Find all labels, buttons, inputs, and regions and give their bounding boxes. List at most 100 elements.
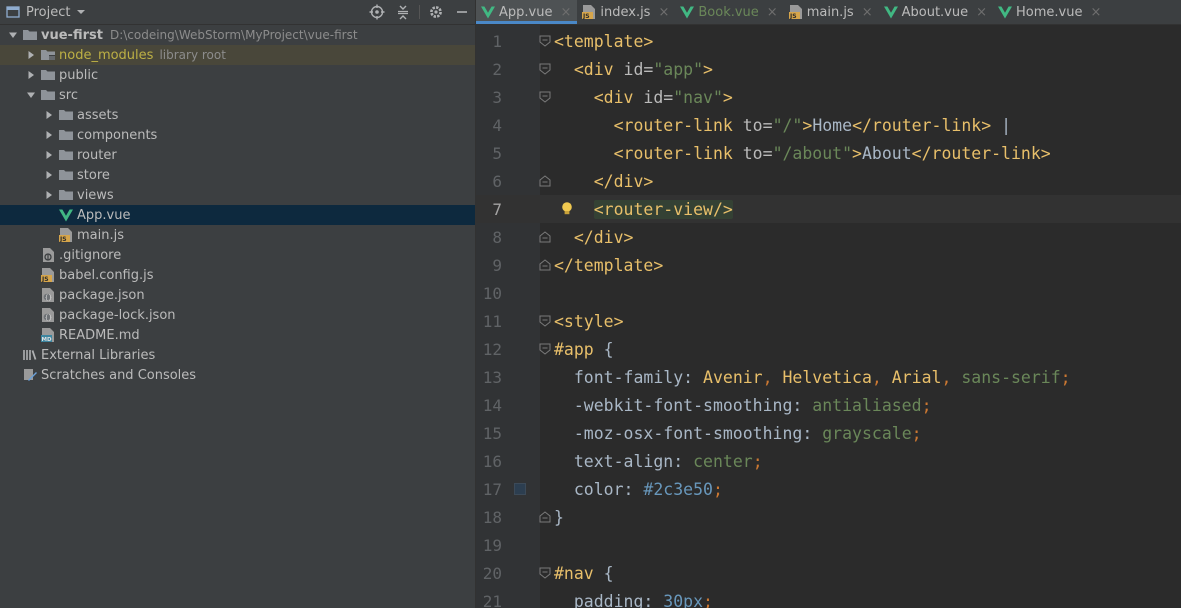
line-number: 21: [482, 591, 502, 608]
code-token: >: [703, 59, 713, 79]
tree-item-label: vue-first: [41, 27, 103, 43]
md-icon: MD: [40, 327, 56, 343]
gear-icon[interactable]: [423, 0, 449, 24]
code-token: ;: [911, 423, 922, 443]
code-line: 21 padding: 30px;: [476, 587, 1181, 608]
code-text: <router-link to="/about">About</router-l…: [554, 144, 1051, 163]
collapse-all-icon[interactable]: [390, 0, 416, 24]
fold-icon[interactable]: [538, 90, 552, 104]
tree-item-label: package-lock.json: [59, 307, 176, 323]
editor-tab-label: Book.vue: [698, 4, 759, 20]
color-swatch-icon[interactable]: [514, 483, 526, 495]
tree-item[interactable]: node_modules library root: [0, 45, 475, 65]
code-token: </router-link>: [852, 115, 992, 135]
tree-item[interactable]: assets: [0, 105, 475, 125]
fold-end-icon[interactable]: [538, 230, 552, 244]
tree-item-label: node_modules: [59, 47, 154, 63]
tree-item[interactable]: JS main.js: [0, 225, 475, 245]
editor-tab[interactable]: Book.vue ×: [675, 0, 783, 24]
svg-text:JS: JS: [582, 13, 590, 20]
fold-icon[interactable]: [538, 62, 552, 76]
collapsed-arrow-icon[interactable]: [22, 65, 40, 85]
expanded-arrow-icon[interactable]: [4, 25, 22, 45]
code-token: >: [722, 87, 733, 107]
code-token: "/about": [772, 143, 853, 163]
fold-end-icon[interactable]: [538, 174, 552, 188]
tree-item[interactable]: JS babel.config.js: [0, 265, 475, 285]
code-line: 4 <router-link to="/">Home</router-link>…: [476, 111, 1181, 139]
line-number: 18: [482, 507, 502, 527]
close-icon[interactable]: ×: [976, 5, 987, 20]
line-number: 17: [482, 479, 502, 499]
collapsed-arrow-icon[interactable]: [40, 185, 58, 205]
fold-icon[interactable]: [538, 314, 552, 328]
tree-item[interactable]: .gitignore: [0, 245, 475, 265]
tree-item[interactable]: components: [0, 125, 475, 145]
close-icon[interactable]: ×: [560, 5, 571, 20]
close-icon[interactable]: ×: [862, 5, 873, 20]
editor-tab[interactable]: JS index.js ×: [577, 0, 675, 24]
line-number: 16: [482, 451, 502, 471]
fold-icon[interactable]: [538, 34, 552, 48]
project-view-selector[interactable]: Project: [6, 5, 86, 20]
code-text: text-align: center;: [554, 452, 763, 471]
code-token: >: [802, 115, 813, 135]
tree-item[interactable]: External Libraries: [0, 345, 475, 365]
fold-end-icon[interactable]: [538, 258, 552, 272]
close-icon[interactable]: ×: [658, 5, 669, 20]
svg-text:JS: JS: [789, 13, 797, 20]
code-line: 12 #app {: [476, 335, 1181, 363]
collapsed-arrow-icon[interactable]: [40, 165, 58, 185]
code-token: Home: [812, 115, 853, 135]
editor-tab[interactable]: About.vue ×: [879, 0, 993, 24]
tree-item[interactable]: router: [0, 145, 475, 165]
tree-item-label: README.md: [59, 327, 140, 343]
tree-item[interactable]: App.vue: [0, 205, 475, 225]
code-token: About: [861, 143, 912, 163]
tree-item[interactable]: vue-first D:\codeing\WebStorm\MyProject\v…: [0, 25, 475, 45]
tree-item-label: package.json: [59, 287, 145, 303]
chevron-down-icon: [76, 7, 86, 17]
folder-icon: [22, 27, 38, 43]
tree-item[interactable]: store: [0, 165, 475, 185]
tree-item-label: src: [59, 87, 78, 103]
collapsed-arrow-icon[interactable]: [40, 105, 58, 125]
line-number: 13: [482, 367, 502, 387]
editor-tab[interactable]: Home.vue ×: [993, 0, 1107, 24]
editor-tab[interactable]: App.vue ×: [476, 0, 578, 24]
tree-item[interactable]: src: [0, 85, 475, 105]
code-text: </div>: [554, 172, 654, 191]
fold-icon[interactable]: [538, 566, 552, 580]
minimize-icon[interactable]: [449, 0, 475, 24]
code-token: <router-link: [613, 115, 743, 135]
tree-item[interactable]: {} package.json: [0, 285, 475, 305]
close-icon[interactable]: ×: [1090, 5, 1101, 20]
libs-icon: [22, 347, 38, 363]
code-line: 18}: [476, 503, 1181, 531]
close-icon[interactable]: ×: [767, 5, 778, 20]
locate-icon[interactable]: [364, 0, 390, 24]
expanded-arrow-icon[interactable]: [22, 85, 40, 105]
collapsed-arrow-icon[interactable]: [40, 145, 58, 165]
tree-item[interactable]: {} package-lock.json: [0, 305, 475, 325]
collapsed-arrow-icon[interactable]: [22, 45, 40, 65]
folder-icon: [58, 127, 74, 143]
code-editor[interactable]: 1 <template> 2 <div id="app"> 3 <div id="na…: [476, 25, 1181, 608]
svg-text:JS: JS: [41, 276, 49, 283]
library-root-hint: library root: [159, 48, 226, 62]
fold-end-icon[interactable]: [538, 510, 552, 524]
tree-item[interactable]: Scratches and Consoles: [0, 365, 475, 385]
fold-icon[interactable]: [538, 342, 552, 356]
collapsed-arrow-icon[interactable]: [40, 125, 58, 145]
tree-item[interactable]: MD README.md: [0, 325, 475, 345]
editor-tab-label: App.vue: [499, 4, 553, 20]
code-token: ;: [752, 451, 763, 471]
tree-item[interactable]: views: [0, 185, 475, 205]
tree-item[interactable]: public: [0, 65, 475, 85]
editor-tab[interactable]: JS main.js ×: [784, 0, 879, 24]
